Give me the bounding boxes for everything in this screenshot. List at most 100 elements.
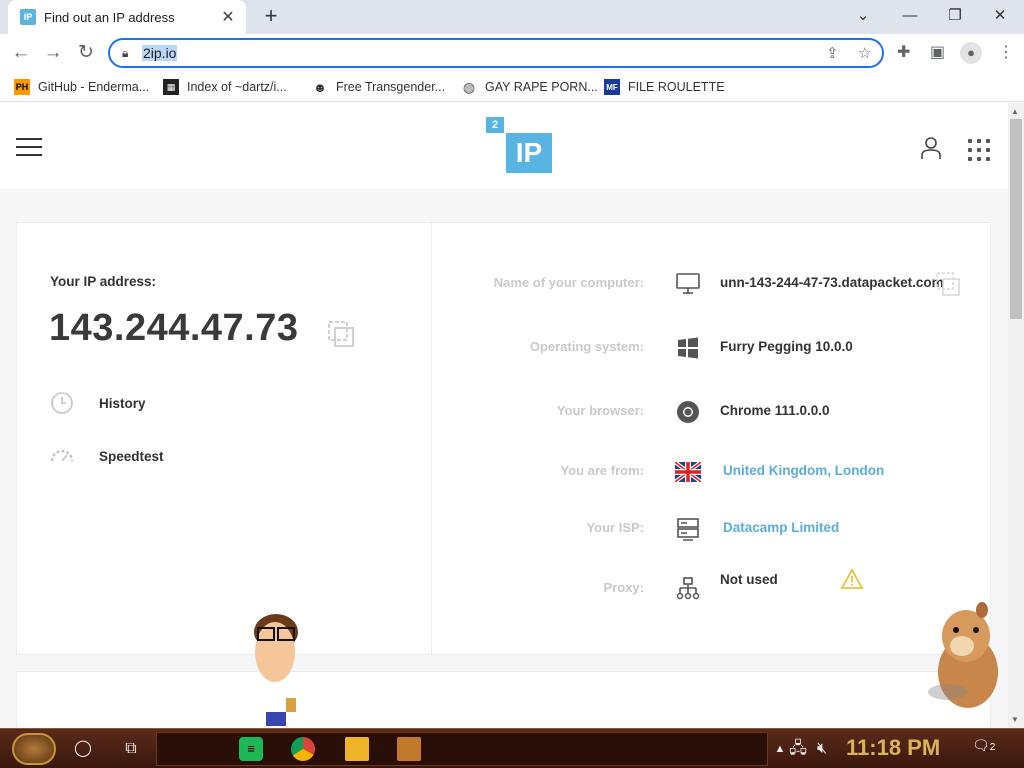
info-value: Furry Pegging 10.0.0 [720,339,853,354]
file-explorer-icon[interactable] [345,737,369,761]
speedtest-link[interactable]: Speedtest [49,443,164,469]
menu-icon[interactable]: ⋮ [998,42,1014,62]
globe-icon: ◍ [462,78,476,95]
info-label: Name of your computer: [493,275,644,290]
profile-icon[interactable]: ● [960,42,982,64]
uk-flag-icon [675,462,701,482]
isp-link[interactable]: Datacamp Limited [723,520,839,535]
app-thumbnail-icon[interactable] [397,737,421,761]
server-icon [677,518,699,541]
chrome-taskbar-icon[interactable] [291,737,315,761]
info-row-os: Operating system: Furry Pegging 10.0.0 [432,333,992,363]
info-row-browser: Your browser: Chrome 111.0.0.0 [432,397,992,427]
bookmark-item[interactable]: MF FILE ROULETTE [604,78,725,96]
volume-muted-icon[interactable]: 🔇︎ [810,737,834,761]
notification-icon[interactable]: 🗨︎2 [972,737,995,754]
ip-info-card: Your IP address: 143.244.47.73 History S… [16,222,991,655]
flag-icon: MF [604,79,620,95]
url-text[interactable]: 2ip.io [142,45,178,61]
network-icon [676,577,700,600]
logo-badge: 2 [486,117,504,133]
bookmark-label: FILE ROULETTE [628,80,725,94]
windows-icon [678,337,698,359]
network-tray-icon[interactable]: 🖧︎ [786,737,810,761]
scroll-up-icon[interactable]: ▲ [1011,107,1019,116]
monitor-icon [676,273,700,294]
spotify-icon[interactable]: ≡ [239,737,263,761]
history-icon [51,392,73,414]
info-label: Your browser: [556,403,644,418]
bookmark-item[interactable]: ▦ Index of ~dartz/i... [163,78,287,96]
warning-icon[interactable] [840,568,864,590]
history-link[interactable]: History [49,390,146,416]
speedtest-label: Speedtest [99,448,164,464]
bookmark-item[interactable]: PH GitHub - Enderma... [14,78,149,96]
tab-search-icon[interactable]: ⌄ [848,4,878,28]
minimize-button[interactable]: — [895,4,925,28]
bookmark-item[interactable]: ◍ GAY RAPE PORN... [461,78,598,96]
taskbar-apps: ≡ [156,732,768,766]
site-logo[interactable]: 2 IP [486,117,552,173]
taskbar: ◯ ⧉ ≡ ▲ 🖧︎ 🔇︎ 11:18 PM 🗨︎2 [0,728,1024,768]
info-row-computer: Name of your computer: unn-143-244-47-73… [432,269,992,299]
apps-grid-icon[interactable] [968,139,990,161]
side-panel-icon[interactable]: ▣ [930,42,945,62]
chrome-icon [677,401,699,423]
tab-title: Find out an IP address [44,9,175,25]
info-value: unn-143-244-47-73.datapacket.com [720,275,944,290]
secondary-card [16,671,991,728]
notification-count: 2 [989,742,996,753]
ip-value[interactable]: 143.244.47.73 [49,307,299,350]
start-button[interactable] [12,733,56,765]
ip-panel: Your IP address: 143.244.47.73 History S… [17,223,432,654]
bookmark-label: Free Transgender... [336,80,446,94]
bookmark-star-icon[interactable]: ☆ [858,44,871,62]
ph-icon: PH [14,79,30,95]
info-row-proxy: Proxy: Not used [432,568,992,604]
reload-button[interactable]: ↻ [73,40,99,66]
share-icon[interactable]: ⇪ [826,44,839,62]
vertical-scrollbar[interactable]: ▲ ▼ [1008,103,1024,728]
address-bar[interactable]: 🔒︎ 2ip.io ⇪ ☆ [108,38,884,68]
tab-close-icon[interactable]: ✕ [218,7,238,27]
cortana-icon[interactable]: ◯ [71,737,95,761]
user-icon[interactable] [918,135,944,161]
forward-button[interactable]: → [40,40,66,66]
location-link[interactable]: United Kingdom, London [723,463,884,478]
copy-icon[interactable] [935,271,961,297]
bookmark-label: GitHub - Enderma... [38,80,150,94]
info-label: You are from: [560,463,644,478]
scroll-thumb[interactable] [1010,119,1022,319]
browser-tab[interactable]: IP Find out an IP address ✕ [8,0,246,34]
info-label: Your ISP: [586,520,644,535]
hamburger-menu-icon[interactable] [16,138,42,156]
new-tab-button[interactable]: + [258,4,284,30]
lock-icon[interactable]: 🔒︎ [122,46,128,61]
browser-toolbar: ← → ↻ 🔒︎ 2ip.io ⇪ ☆ ✚ ▣ ● ⋮ [0,34,1024,72]
site-header: 2 IP [0,103,1008,189]
hamster-sticker [928,602,998,708]
bookmark-label: Index of ~dartz/i... [187,80,287,94]
info-value: Not used [720,572,778,587]
tab-strip: IP Find out an IP address ✕ + ⌄ — ❐ ✕ [0,0,1024,34]
info-row-location: You are from: United Kingdom, London [432,457,992,487]
bookmarks-bar: PH GitHub - Enderma... ▦ Index of ~dartz… [0,72,1024,102]
logo-text: IP [506,133,552,173]
bookmark-item[interactable]: ☻ Free Transgender... [312,78,445,96]
history-label: History [99,395,146,411]
info-value: Chrome 111.0.0.0 [720,403,830,418]
tab-favicon-icon: IP [20,9,36,25]
back-button[interactable]: ← [8,40,34,66]
restore-button[interactable]: ❐ [940,4,970,28]
close-window-button[interactable]: ✕ [985,4,1015,28]
taskbar-clock[interactable]: 11:18 PM [846,735,940,761]
cartoon-man-sticker [254,614,298,726]
task-view-icon[interactable]: ⧉ [119,737,143,761]
scroll-down-icon[interactable]: ▼ [1011,715,1019,724]
copy-icon[interactable] [327,320,355,348]
info-row-isp: Your ISP: Datacamp Limited [432,514,992,544]
folder-icon: ▦ [163,79,179,95]
ip-label: Your IP address: [50,274,157,289]
extensions-icon[interactable]: ✚ [897,42,910,62]
info-label: Proxy: [603,580,644,595]
